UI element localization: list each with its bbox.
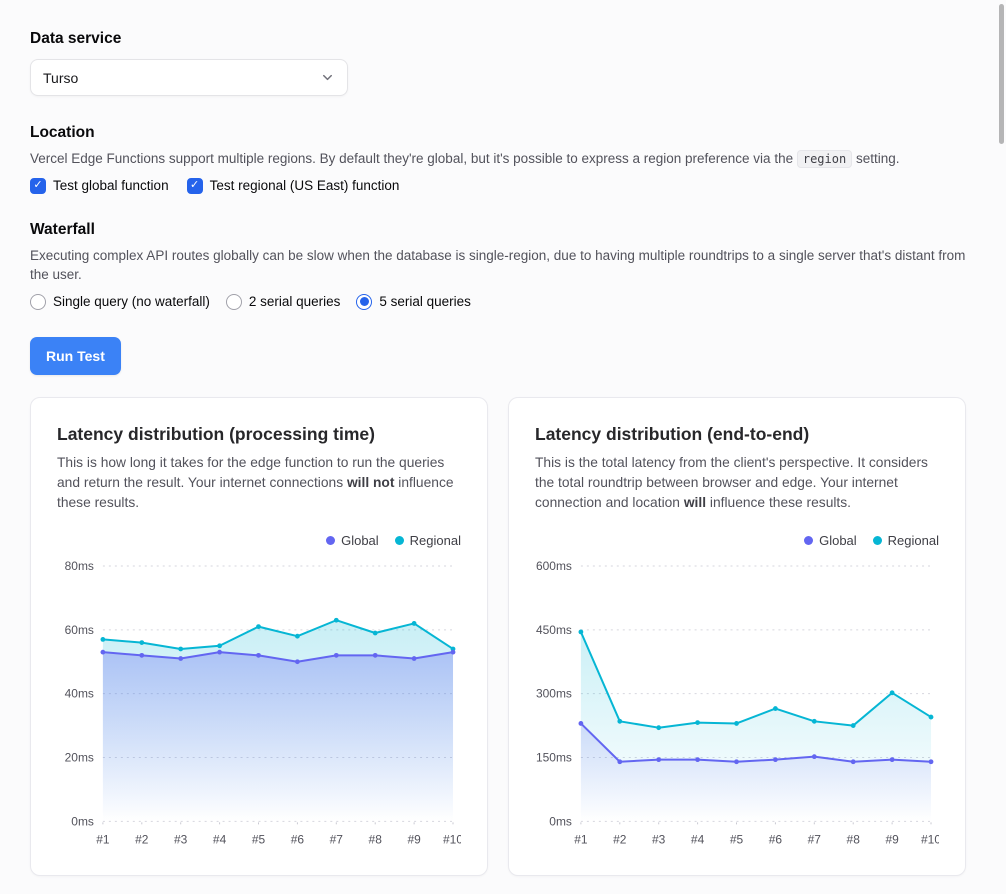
legend-item-regional[interactable]: Regional — [873, 533, 939, 548]
chevron-down-icon — [320, 70, 335, 85]
svg-text:#9: #9 — [885, 832, 899, 846]
waterfall-description: Executing complex API routes globally ca… — [30, 246, 966, 285]
charts-container: Latency distribution (processing time) T… — [30, 397, 966, 876]
chart-legend: Global Regional — [535, 533, 939, 548]
svg-text:40ms: 40ms — [65, 686, 94, 700]
chart-title-processing: Latency distribution (processing time) — [57, 424, 461, 445]
run-test-button[interactable]: Run Test — [30, 337, 121, 375]
svg-text:80ms: 80ms — [65, 559, 94, 573]
radio-2-serial-queries[interactable]: 2 serial queries — [226, 294, 341, 310]
location-section: Location Vercel Edge Functions support m… — [30, 124, 966, 194]
legend-label: Regional — [410, 533, 461, 548]
radio-button-icon — [356, 294, 372, 310]
chart-card-end-to-end: Latency distribution (end-to-end) This i… — [508, 397, 966, 876]
svg-text:0ms: 0ms — [71, 814, 94, 828]
svg-text:150ms: 150ms — [536, 750, 572, 764]
latency-chart-processing-time: 0ms 20ms 40ms 60ms 80ms #1 #2 #3 #4 #5 #6 #7 #8 #9 #10 — [57, 556, 461, 855]
location-heading: Location — [30, 124, 966, 142]
svg-text:#10: #10 — [921, 832, 939, 846]
svg-text:600ms: 600ms — [536, 559, 572, 573]
svg-text:#8: #8 — [369, 832, 383, 846]
data-service-heading: Data service — [30, 30, 966, 48]
chart-description-processing: This is how long it takes for the edge f… — [57, 453, 461, 513]
svg-text:450ms: 450ms — [536, 622, 572, 636]
radio-5-serial-queries[interactable]: 5 serial queries — [356, 294, 471, 310]
svg-text:#4: #4 — [213, 832, 227, 846]
svg-text:#1: #1 — [96, 832, 110, 846]
checkbox-label: Test regional (US East) function — [210, 178, 400, 193]
desc-bold-text: will — [684, 495, 706, 510]
global-series-dot-icon — [804, 536, 813, 545]
svg-text:#1: #1 — [574, 832, 588, 846]
svg-text:0ms: 0ms — [549, 814, 572, 828]
select-value: Turso — [43, 70, 78, 86]
svg-text:20ms: 20ms — [65, 750, 94, 764]
svg-text:#4: #4 — [691, 832, 705, 846]
global-series-dot-icon — [326, 536, 335, 545]
radio-button-icon — [226, 294, 242, 310]
chart-title-end-to-end: Latency distribution (end-to-end) — [535, 424, 939, 445]
svg-text:#5: #5 — [252, 832, 266, 846]
radio-label: Single query (no waterfall) — [53, 294, 210, 309]
legend-item-regional[interactable]: Regional — [395, 533, 461, 548]
svg-text:#7: #7 — [330, 832, 344, 846]
checkbox-checked-icon — [187, 178, 203, 194]
svg-text:#9: #9 — [407, 832, 421, 846]
radio-single-query[interactable]: Single query (no waterfall) — [30, 294, 210, 310]
location-desc-text-after: setting. — [852, 151, 899, 166]
radio-label: 5 serial queries — [379, 294, 471, 309]
svg-text:#10: #10 — [443, 832, 461, 846]
scrollbar[interactable] — [999, 4, 1004, 144]
legend-label: Regional — [888, 533, 939, 548]
svg-text:#5: #5 — [730, 832, 744, 846]
svg-text:#2: #2 — [613, 832, 627, 846]
latency-chart-end-to-end: 0ms 150ms 300ms 450ms 600ms #1 #2 #3 #4 #5 #6 #7 #8 #… — [535, 556, 939, 855]
svg-text:#3: #3 — [174, 832, 188, 846]
svg-text:#3: #3 — [652, 832, 666, 846]
chart-legend: Global Regional — [57, 533, 461, 548]
chart-description-end-to-end: This is the total latency from the clien… — [535, 453, 939, 513]
location-description: Vercel Edge Functions support multiple r… — [30, 149, 966, 169]
waterfall-heading: Waterfall — [30, 221, 966, 239]
legend-label: Global — [341, 533, 379, 548]
regional-series-dot-icon — [873, 536, 882, 545]
checkbox-label: Test global function — [53, 178, 169, 193]
regional-series-dot-icon — [395, 536, 404, 545]
desc-bold-text: will not — [347, 475, 395, 490]
region-code-chip: region — [797, 150, 852, 168]
radio-button-icon — [30, 294, 46, 310]
svg-text:60ms: 60ms — [65, 622, 94, 636]
checkbox-test-regional-function[interactable]: Test regional (US East) function — [187, 178, 400, 194]
location-checkbox-row: Test global function Test regional (US E… — [30, 178, 966, 194]
radio-label: 2 serial queries — [249, 294, 341, 309]
svg-text:#8: #8 — [847, 832, 861, 846]
svg-text:300ms: 300ms — [536, 686, 572, 700]
waterfall-radio-row: Single query (no waterfall) 2 serial que… — [30, 294, 966, 310]
location-desc-text: Vercel Edge Functions support multiple r… — [30, 151, 797, 166]
waterfall-section: Waterfall Executing complex API routes g… — [30, 221, 966, 310]
desc-text-after: influence these results. — [706, 495, 851, 510]
svg-text:#6: #6 — [291, 832, 305, 846]
svg-text:#7: #7 — [808, 832, 822, 846]
chart-card-processing-time: Latency distribution (processing time) T… — [30, 397, 488, 876]
data-service-section: Data service Turso — [30, 30, 966, 96]
svg-text:#2: #2 — [135, 832, 149, 846]
legend-item-global[interactable]: Global — [804, 533, 857, 548]
checkbox-checked-icon — [30, 178, 46, 194]
checkbox-test-global-function[interactable]: Test global function — [30, 178, 169, 194]
legend-label: Global — [819, 533, 857, 548]
latency-test-page: Data service Turso Location Vercel Edge … — [0, 0, 1006, 894]
data-service-select[interactable]: Turso — [30, 59, 348, 96]
legend-item-global[interactable]: Global — [326, 533, 379, 548]
svg-text:#6: #6 — [769, 832, 783, 846]
